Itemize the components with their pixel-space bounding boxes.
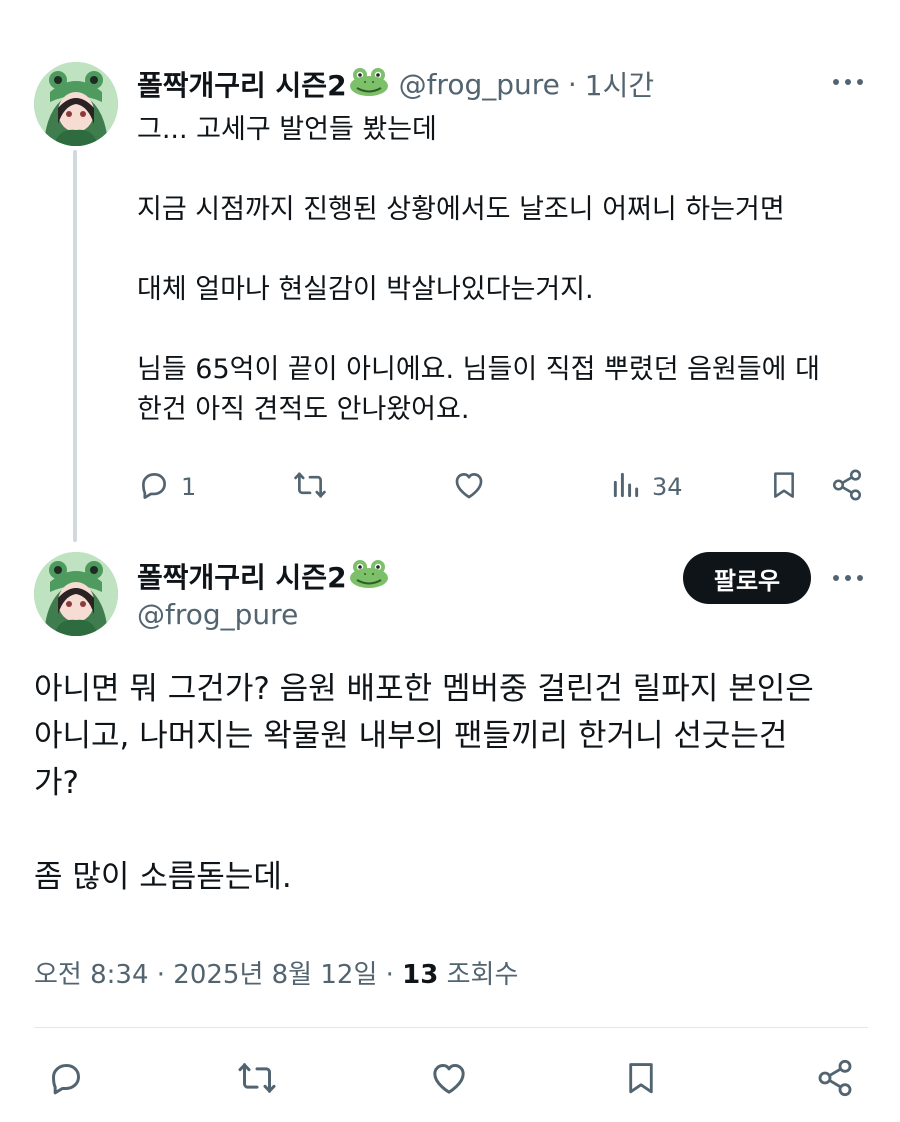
thread-line xyxy=(73,150,77,542)
post-time[interactable]: 1시간 xyxy=(585,64,654,104)
views-number: 13 xyxy=(402,960,439,990)
frog-face-emoji xyxy=(349,559,389,593)
like-icon[interactable] xyxy=(429,1058,469,1102)
avatar[interactable] xyxy=(34,552,118,636)
post2-text: 아니면 뭐 그건가? 음원 배포한 멤버중 걸린건 릴파지 본인은 아니고, 나… xyxy=(34,671,814,895)
frog-face-emoji xyxy=(349,67,389,101)
more-icon[interactable] xyxy=(832,72,864,96)
reply-icon[interactable] xyxy=(46,1058,86,1102)
separator: · xyxy=(567,67,577,101)
display-name[interactable]: 폴짝개구리 시즌2 xyxy=(137,556,347,596)
bookmark-icon[interactable] xyxy=(768,468,800,506)
divider xyxy=(34,1027,868,1028)
views-count: 34 xyxy=(652,473,683,501)
retweet-icon xyxy=(292,468,328,506)
reply-count: 1 xyxy=(181,473,197,501)
display-name[interactable]: 폴짝개구리 시즌2 xyxy=(137,64,347,104)
post1-header: 폴짝개구리 시즌2 @frog_pure · 1시간 xyxy=(137,64,654,104)
post-timestamp: 오전 8:34 · 2025년 8월 12일 · 13 조회수 xyxy=(34,954,518,991)
post2-header: 폴짝개구리 시즌2 xyxy=(137,556,389,596)
avatar[interactable] xyxy=(34,62,118,146)
timestamp-text[interactable]: 오전 8:34 · 2025년 8월 12일 · xyxy=(34,960,402,990)
share-icon[interactable] xyxy=(830,468,864,506)
share-icon[interactable] xyxy=(815,1058,855,1102)
retweet-icon[interactable] xyxy=(236,1058,278,1102)
bookmark-icon[interactable] xyxy=(622,1058,660,1102)
views-icon xyxy=(610,468,642,506)
handle[interactable]: @frog_pure xyxy=(137,598,298,631)
handle[interactable]: @frog_pure xyxy=(399,68,560,101)
like-button[interactable] xyxy=(452,468,486,506)
post1-text: 그... 고세구 발언들 봤는데 지금 시점까지 진행된 상황에서도 날조니 어… xyxy=(137,114,820,425)
more-icon[interactable] xyxy=(832,568,864,592)
views-label: 조회수 xyxy=(438,960,519,990)
retweet-button[interactable] xyxy=(292,468,328,506)
reply-icon xyxy=(137,468,171,506)
reply-button[interactable]: 1 xyxy=(137,468,196,506)
like-icon xyxy=(452,468,486,506)
views-button[interactable]: 34 xyxy=(610,468,683,506)
follow-button[interactable]: 팔로우 xyxy=(683,552,811,604)
